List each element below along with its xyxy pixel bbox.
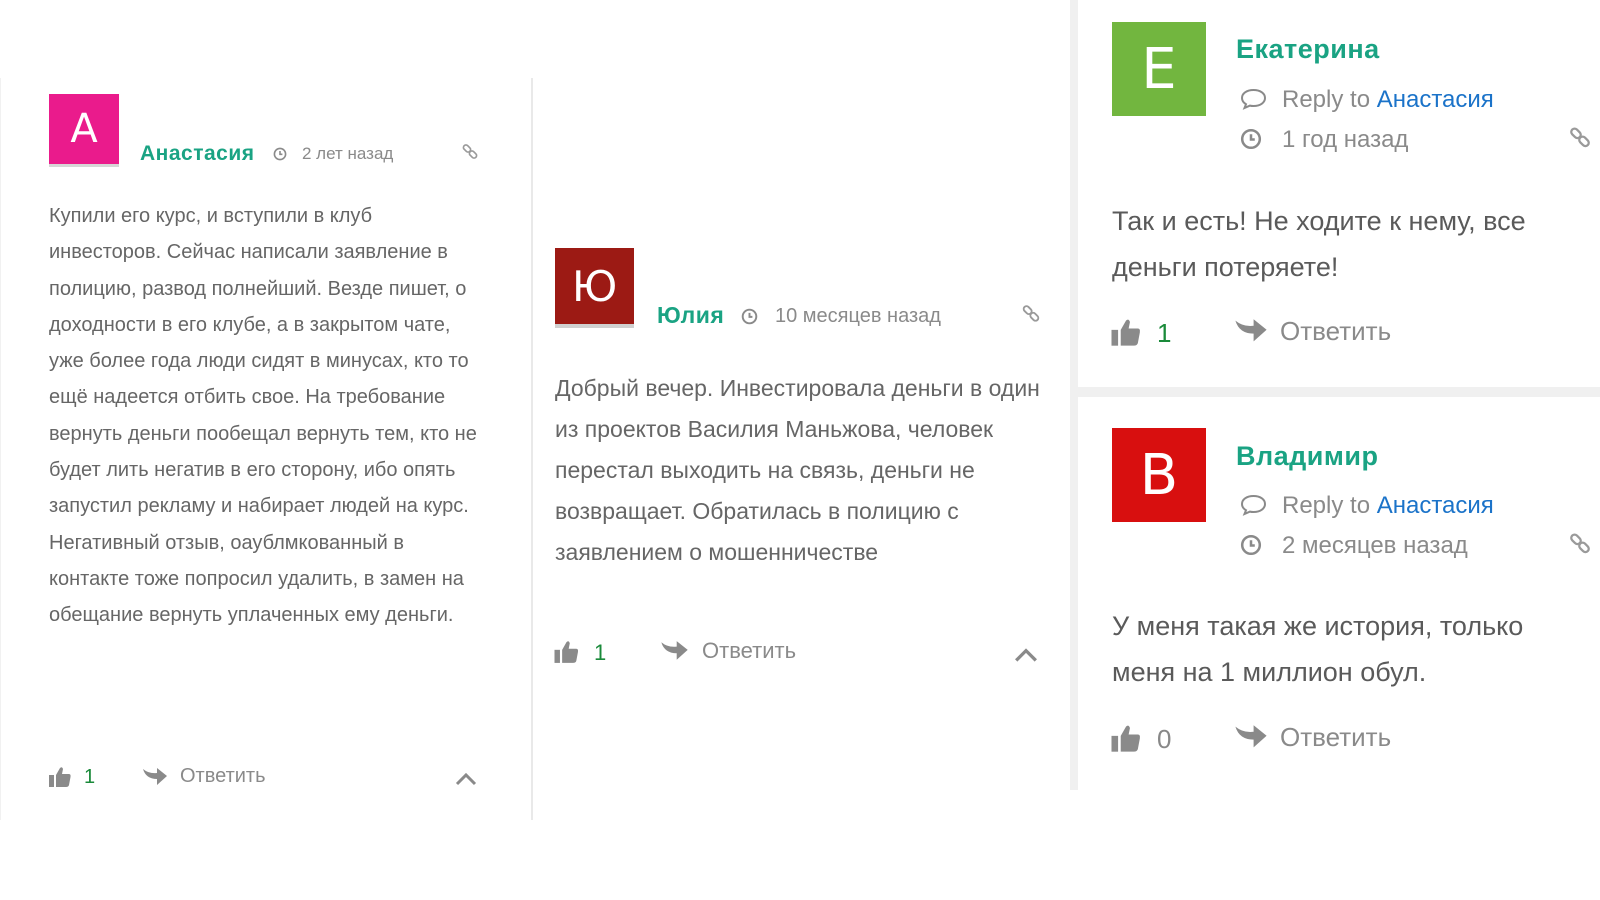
reply-button[interactable]: Ответить: [1280, 722, 1391, 753]
reply-arrow-icon[interactable]: [660, 640, 689, 662]
comment-time[interactable]: 10 месяцев назад: [775, 305, 941, 328]
clock-icon: [1240, 534, 1262, 556]
comments-collage: A Анастасия 2 лет назад Купили его курс,…: [0, 0, 1600, 900]
reply-arrow-icon[interactable]: [1234, 318, 1268, 344]
comment-text: Купили его курс, и вступили в клуб инвес…: [49, 205, 477, 627]
reply-arrow-icon[interactable]: [1234, 724, 1268, 750]
like-count: 1: [84, 766, 96, 788]
link-icon[interactable]: [461, 143, 479, 161]
speech-bubble-icon: [1240, 88, 1267, 110]
comment-time[interactable]: 2 месяцев назад: [1282, 532, 1468, 560]
thumbs-up-icon[interactable]: [48, 766, 72, 788]
speech-bubble-icon: [1240, 494, 1267, 516]
reply-arrow-icon[interactable]: [142, 767, 168, 787]
comment-time[interactable]: 2 лет назад: [302, 144, 393, 164]
like-count: 1: [594, 640, 607, 665]
link-icon[interactable]: [1568, 532, 1592, 556]
reply-to-author[interactable]: Анастасия: [1377, 492, 1494, 519]
clock-icon: [1240, 128, 1262, 150]
avatar: В: [1112, 428, 1206, 522]
link-icon[interactable]: [1568, 126, 1592, 150]
reply-button[interactable]: Ответить: [702, 638, 796, 664]
comment-author[interactable]: Анастасия: [140, 142, 255, 166]
like-count: 1: [1157, 318, 1172, 348]
reply-to-author[interactable]: Анастасия: [1377, 86, 1494, 113]
avatar: A: [49, 94, 119, 164]
comment-time[interactable]: 1 год назад: [1282, 126, 1408, 154]
panel-divider: [531, 78, 533, 820]
reply-to-label: Reply to: [1282, 492, 1371, 519]
reply-button[interactable]: Ответить: [1280, 316, 1391, 347]
thumbs-up-icon[interactable]: [553, 640, 580, 664]
comment-text: Так и есть! Не ходите к нему, все деньги…: [1112, 206, 1526, 282]
panel-border-left: [0, 78, 1, 820]
thumbs-up-icon[interactable]: [1110, 318, 1142, 347]
chevron-up-icon[interactable]: [455, 772, 477, 786]
link-icon[interactable]: [1021, 304, 1041, 324]
comment-text: Добрый вечер. Инвестировала деньги в оди…: [555, 375, 1040, 565]
comment-author[interactable]: Екатерина: [1236, 34, 1380, 65]
avatar: Ю: [555, 248, 634, 324]
chevron-up-icon[interactable]: [1014, 647, 1038, 663]
comment-author[interactable]: Владимир: [1236, 441, 1378, 472]
thumbs-up-icon[interactable]: [1110, 724, 1142, 753]
comment-text: У меня такая же история, только меня на …: [1112, 611, 1524, 687]
comment-author[interactable]: Юлия: [657, 302, 724, 329]
reply-button[interactable]: Ответить: [180, 765, 266, 788]
clock-icon: [273, 147, 287, 161]
avatar: Е: [1112, 22, 1206, 116]
reply-to-label: Reply to: [1282, 86, 1371, 113]
like-count: 0: [1157, 724, 1172, 754]
clock-icon: [741, 308, 758, 325]
